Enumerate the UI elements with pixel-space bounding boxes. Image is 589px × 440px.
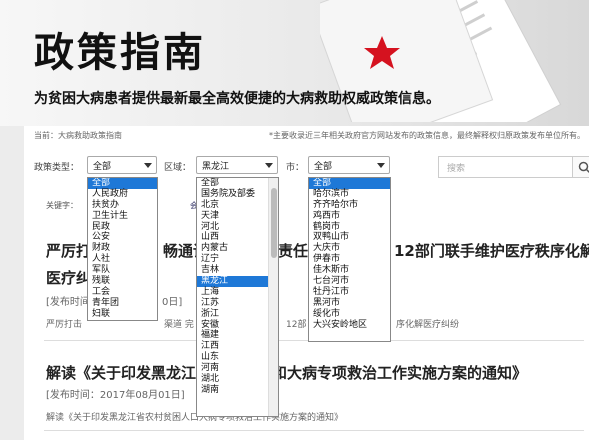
chevron-down-icon	[265, 163, 273, 168]
dropdown-option[interactable]: 河北	[197, 222, 278, 233]
dropdown-option[interactable]: 七台河市	[309, 276, 390, 287]
policy-type-dropdown[interactable]: 全部 人民政府 扶贫办 卫生计生 民政 公安 财政 人社 军队 残联 工会 青年团 妇联	[87, 177, 158, 321]
dropdown-option[interactable]: 全部	[88, 178, 157, 189]
search-input[interactable]: 搜索	[438, 156, 573, 178]
policy-type-select[interactable]: 全部	[87, 156, 157, 174]
divider	[44, 430, 584, 431]
article-date: [发布时间：2017年08月01日]	[46, 390, 185, 401]
dropdown-option[interactable]: 湖北	[197, 374, 278, 385]
city-select[interactable]: 全部	[308, 156, 390, 174]
dropdown-option[interactable]: 辽宁	[197, 254, 278, 265]
article-summary: 渠道 完	[164, 320, 194, 330]
dropdown-option[interactable]: 鹤岗市	[309, 222, 390, 233]
keyword-label: 关键字：	[46, 201, 78, 210]
dropdown-option[interactable]: 河南	[197, 363, 278, 374]
policy-type-label: 政策类型：	[34, 163, 80, 173]
page-subtitle: 为贫困大病患者提供最新最全高效便捷的大病救助权威政策信息。	[34, 91, 440, 107]
dropdown-option[interactable]: 吉林	[197, 265, 278, 276]
scrollbar[interactable]	[268, 178, 278, 416]
article-title-part[interactable]: 12部门联手维护医疗秩序化解	[394, 240, 589, 261]
dropdown-option[interactable]: 残联	[88, 276, 157, 287]
dropdown-option[interactable]: 财政	[88, 243, 157, 254]
article-title[interactable]: 解读《关于印发黑龙江省	[46, 362, 211, 383]
dropdown-option[interactable]: 妇联	[88, 309, 157, 320]
dropdown-option[interactable]: 天津	[197, 211, 278, 222]
dropdown-option[interactable]: 扶贫办	[88, 200, 157, 211]
article-summary: 解读《关于印发黑龙江省农村贫困人口大病专项救治工作实施方案的通知》	[46, 413, 344, 423]
banner: 政策指南 为贫困大病患者提供最新最全高效便捷的大病救助权威政策信息。	[0, 0, 589, 126]
dropdown-option[interactable]: 绥化市	[309, 309, 390, 320]
dropdown-option[interactable]: 江西	[197, 341, 278, 352]
region-label: 区域：	[164, 163, 192, 173]
dropdown-option[interactable]: 山东	[197, 352, 278, 363]
dropdown-option[interactable]: 江苏	[197, 298, 278, 309]
dropdown-option[interactable]: 内蒙古	[197, 243, 278, 254]
search-button[interactable]	[572, 156, 589, 178]
dropdown-option[interactable]: 上海	[197, 287, 278, 298]
dropdown-option[interactable]: 公安	[88, 232, 157, 243]
dropdown-option[interactable]: 福建	[197, 330, 278, 341]
dropdown-option[interactable]: 黑河市	[309, 298, 390, 309]
dropdown-option[interactable]: 人社	[88, 254, 157, 265]
article-title-part[interactable]: 医疗纠	[46, 267, 91, 288]
dropdown-option[interactable]: 全部	[197, 178, 278, 189]
article-date: [发布时间	[46, 297, 90, 308]
dropdown-option[interactable]: 安徽	[197, 320, 278, 331]
article-title-part[interactable]: 责任	[278, 240, 308, 261]
region-dropdown[interactable]: 全部 国务院及部委 北京 天津 河北 山西 内蒙古 辽宁 吉林 黑龙江 上海 江苏 浙江 安徽 福建 江西 山东…	[196, 177, 279, 417]
article-title-part[interactable]: 和大病专项救治工作实施方案的通知》	[272, 362, 527, 383]
dropdown-option[interactable]: 青年团	[88, 298, 157, 309]
dropdown-option[interactable]: 双鸭山市	[309, 232, 390, 243]
chevron-down-icon	[377, 163, 385, 168]
dropdown-option[interactable]: 齐齐哈尔市	[309, 200, 390, 211]
dropdown-option[interactable]: 浙江	[197, 309, 278, 320]
city-dropdown[interactable]: 全部 哈尔滨市 齐齐哈尔市 鸡西市 鹤岗市 双鸭山市 大庆市 伊春市 佳木斯市 七台河市 牡丹江市黑…	[308, 177, 391, 342]
search-icon	[578, 161, 589, 174]
region-select[interactable]: 黑龙江	[196, 156, 278, 174]
dropdown-option[interactable]: 卫生计生	[88, 211, 157, 222]
dropdown-option[interactable]: 山西	[197, 232, 278, 243]
dropdown-option[interactable]: 工会	[88, 287, 157, 298]
policy-type-value: 全部	[93, 162, 112, 172]
dropdown-option[interactable]: 大庆市	[309, 243, 390, 254]
chevron-down-icon	[144, 163, 152, 168]
dropdown-option[interactable]: 人民政府	[88, 189, 157, 200]
scroll-thumb[interactable]	[271, 188, 277, 258]
source-notice: *主要收录近三年相关政府官方网站发布的政策信息，最终解释权归原政策发布单位所有。	[269, 131, 585, 140]
dropdown-option[interactable]: 国务院及部委	[197, 189, 278, 200]
dropdown-option[interactable]: 佳木斯市	[309, 265, 390, 276]
page-title: 政策指南	[34, 30, 206, 76]
region-value: 黑龙江	[202, 162, 230, 172]
article-title-part[interactable]: 严厉打	[46, 240, 91, 261]
dropdown-option[interactable]: 北京	[197, 200, 278, 211]
filter-bar: 政策类型： 全部 区域： 黑龙江 市： 全部 搜索	[34, 154, 589, 178]
article-summary: 12部	[286, 320, 307, 330]
article-summary: 严厉打击	[46, 320, 83, 330]
dropdown-option[interactable]: 哈尔滨市	[309, 189, 390, 200]
dropdown-option[interactable]: 军队	[88, 265, 157, 276]
dropdown-option[interactable]: 鸡西市	[309, 211, 390, 222]
city-label: 市：	[286, 163, 305, 173]
city-value: 全部	[314, 162, 333, 172]
dropdown-option[interactable]: 伊春市	[309, 254, 390, 265]
article-date: 0日]	[162, 297, 183, 308]
dropdown-option[interactable]: 大兴安岭地区	[309, 320, 390, 331]
main-content: 当前：大病救助政策指南 *主要收录近三年相关政府官方网站发布的政策信息，最终解释…	[24, 126, 589, 440]
breadcrumb-row: 当前：大病救助政策指南 *主要收录近三年相关政府官方网站发布的政策信息，最终解释…	[34, 130, 589, 144]
article-summary: 序化解医疗纠纷	[396, 320, 460, 330]
dropdown-option[interactable]: 牡丹江市	[309, 287, 390, 298]
dropdown-option[interactable]: 黑龙江	[197, 276, 278, 287]
breadcrumb: 当前：大病救助政策指南	[34, 131, 122, 140]
dropdown-option[interactable]: 全部	[309, 178, 390, 189]
dropdown-option[interactable]: 民政	[88, 222, 157, 233]
dropdown-option[interactable]: 湖南	[197, 385, 278, 396]
